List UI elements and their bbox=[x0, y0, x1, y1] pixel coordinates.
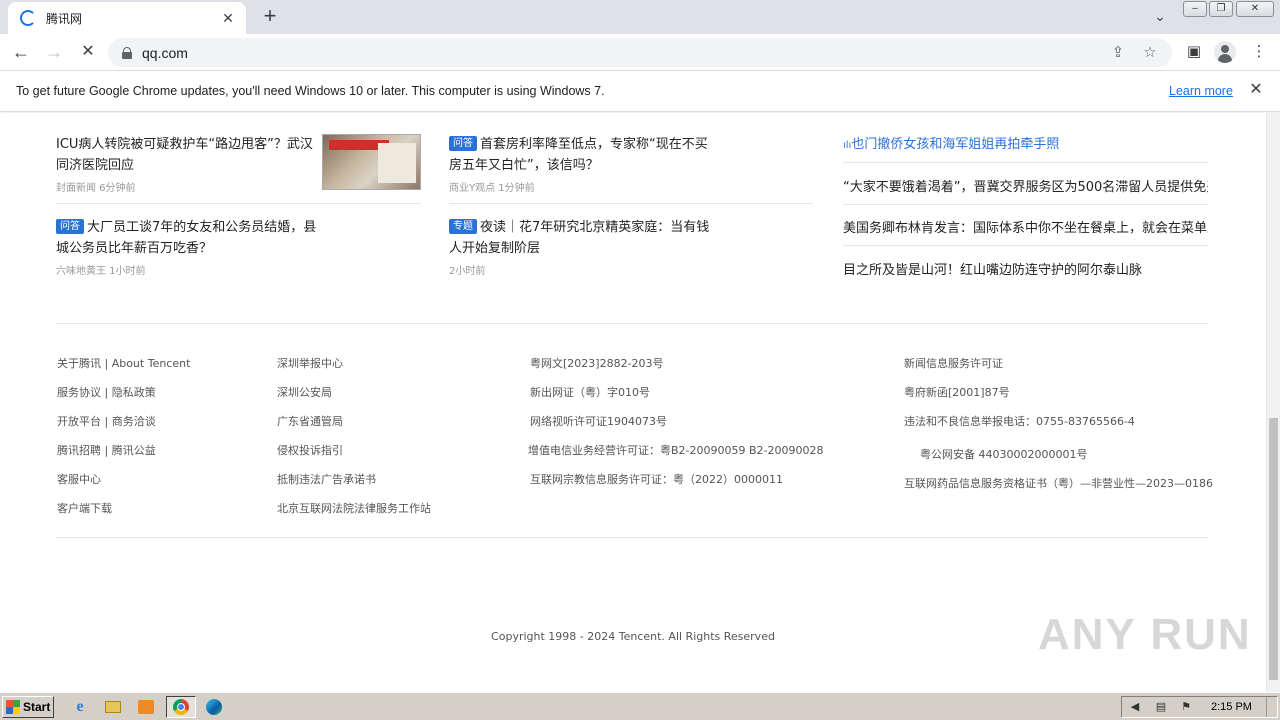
share-icon[interactable]: ⇪ bbox=[1108, 43, 1128, 63]
address-bar[interactable]: qq.com ⇪ ☆ bbox=[108, 38, 1172, 67]
footer-link[interactable]: 增值电信业务经营许可证：粤B2-20090059 B2-20090028 bbox=[528, 442, 824, 458]
learn-more-link[interactable]: Learn more bbox=[1169, 84, 1233, 98]
news-meta: 商业Y观点 1分钟前 bbox=[449, 183, 535, 194]
tab-close-icon[interactable]: ✕ bbox=[220, 10, 236, 26]
back-button[interactable]: ← bbox=[9, 40, 33, 64]
divider bbox=[449, 203, 813, 204]
start-button[interactable]: Start bbox=[2, 696, 54, 718]
footer-link[interactable]: 粤公网安备 44030002000001号 bbox=[920, 446, 1087, 462]
media-player-icon[interactable] bbox=[134, 696, 158, 718]
footer-link[interactable]: 深圳公安局 bbox=[277, 384, 332, 400]
browser-toolbar: ← → ✕ qq.com ⇪ ☆ ▣ ⋮ bbox=[0, 34, 1280, 71]
loading-spinner-icon bbox=[20, 10, 36, 26]
tab-title: 腾讯网 bbox=[46, 11, 83, 26]
update-infobar: To get future Google Chrome updates, you… bbox=[0, 71, 1280, 112]
window-close-button[interactable]: ✕ bbox=[1236, 1, 1274, 17]
window-restore-button[interactable]: ❐ bbox=[1209, 1, 1233, 17]
news-meta: 封面新闻 6分钟前 bbox=[56, 183, 136, 194]
edge-icon[interactable] bbox=[202, 696, 226, 718]
news-title[interactable]: 问答 大厂员工谈7年的女友和公务员结婚，县 城公务员比年薪百万吃香？ bbox=[56, 217, 326, 259]
footer-link[interactable]: 关于腾讯 | About Tencent bbox=[57, 355, 190, 371]
hot-list-item[interactable]: “大家不要饿着渴着”，晋冀交界服务区为500名滞留人员提供免费热食 bbox=[843, 176, 1208, 195]
tab-strip: 腾讯网 ✕ + ⌄ – ❐ ✕ bbox=[0, 0, 1280, 34]
footer-link[interactable]: 粤府新函[2001]87号 bbox=[904, 384, 1010, 400]
scrollbar-thumb[interactable] bbox=[1269, 418, 1278, 680]
hot-list-item[interactable]: 目之所及皆是山河！红山嘴边防连守护的阿尔泰山脉 bbox=[843, 259, 1208, 278]
anyrun-watermark-logo: ANY RUN bbox=[1038, 610, 1252, 659]
hot-list-item[interactable]: 美国务卿布林肯发言：国际体系中你不坐在餐桌上，就会在菜单上 bbox=[843, 217, 1208, 236]
footer-divider-top bbox=[56, 323, 1208, 324]
news-item[interactable]: 问答 首套房利率降至低点，专家称“现在不买 房五年又白忙”，该信吗？ 商业Y观点 1… bbox=[449, 134, 719, 194]
footer-link[interactable]: 广东省通管局 bbox=[277, 413, 343, 429]
desktop-screen: 腾讯网 ✕ + ⌄ – ❐ ✕ ← → ✕ qq.com ⇪ ☆ ▣ ⋮ To … bbox=[0, 0, 1280, 720]
qa-badge: 问答 bbox=[56, 219, 84, 234]
news-meta: 六味地黄王 1小时前 bbox=[56, 266, 146, 277]
footer-link[interactable]: 开放平台 | 商务洽谈 bbox=[57, 413, 156, 429]
file-explorer-icon[interactable] bbox=[101, 696, 125, 718]
news-meta: 2小时前 bbox=[449, 266, 486, 277]
menu-kebab-icon[interactable]: ⋮ bbox=[1248, 41, 1270, 63]
news-item[interactable]: ICU病人转院被可疑救护车“路边甩客”？武汉 同济医院回应 封面新闻 6分钟前 bbox=[56, 134, 316, 194]
footer-link[interactable]: 客服中心 bbox=[57, 471, 101, 487]
news-title[interactable]: ICU病人转院被可疑救护车“路边甩客”？武汉 同济医院回应 bbox=[56, 134, 316, 176]
forward-button[interactable]: → bbox=[42, 40, 66, 64]
chrome-taskbar-icon[interactable] bbox=[166, 696, 196, 718]
footer-link[interactable]: 抵制违法广告承诺书 bbox=[277, 471, 376, 487]
footer-link[interactable]: 深圳举报中心 bbox=[277, 355, 343, 371]
footer-link[interactable]: 服务协议 | 隐私政策 bbox=[57, 384, 156, 400]
profile-avatar-icon[interactable] bbox=[1214, 41, 1236, 63]
news-thumbnail-image[interactable] bbox=[322, 134, 421, 190]
footer-link[interactable]: 新闻信息服务许可证 bbox=[904, 355, 1003, 371]
stop-loading-button[interactable]: ✕ bbox=[76, 40, 100, 64]
footer-link[interactable]: 北京互联网法院法律服务工作站 bbox=[277, 500, 431, 516]
news-item[interactable]: 问答 大厂员工谈7年的女友和公务员结婚，县 城公务员比年薪百万吃香？ 六味地黄王 1… bbox=[56, 217, 326, 277]
tab-search-chevron-icon[interactable]: ⌄ bbox=[1150, 8, 1170, 26]
footer-link[interactable]: 互联网宗教信息服务许可证：粤（2022）0000011 bbox=[530, 471, 783, 487]
windows-logo-icon bbox=[6, 700, 20, 714]
network-icon[interactable]: ▤ bbox=[1154, 700, 1168, 714]
windows-taskbar: Start e ◀ ▤ ⚑ 2:15 PM bbox=[0, 692, 1280, 720]
start-label: Start bbox=[23, 700, 51, 714]
divider bbox=[843, 204, 1208, 205]
bookmark-star-icon[interactable]: ☆ bbox=[1140, 43, 1160, 63]
hot-list-first-item[interactable]: ılı也门撤侨女孩和海军姐姐再拍牵手照 bbox=[843, 133, 1059, 152]
news-title[interactable]: 问答 首套房利率降至低点，专家称“现在不买 房五年又白忙”，该信吗？ bbox=[449, 134, 719, 176]
footer-divider-bottom bbox=[56, 537, 1208, 538]
show-desktop-button[interactable] bbox=[1266, 697, 1277, 717]
volume-icon[interactable]: ◀ bbox=[1128, 700, 1142, 714]
new-tab-button[interactable]: + bbox=[258, 5, 282, 29]
divider bbox=[56, 203, 421, 204]
window-minimize-button[interactable]: – bbox=[1183, 1, 1207, 17]
internet-explorer-icon[interactable]: e bbox=[68, 696, 92, 718]
footer-link[interactable]: 互联网药品信息服务资格证书（粤）—非营业性—2023—0186 bbox=[904, 475, 1213, 491]
url-text[interactable]: qq.com bbox=[142, 45, 1108, 61]
news-item[interactable]: 专题 夜读｜花7年研究北京精英家庭：当有钱 人开始复制阶层 2小时前 bbox=[449, 217, 719, 277]
system-tray: ◀ ▤ ⚑ 2:15 PM bbox=[1121, 696, 1278, 718]
divider bbox=[843, 162, 1208, 163]
footer-link[interactable]: 侵权投诉指引 bbox=[277, 442, 343, 458]
lock-icon[interactable] bbox=[122, 46, 132, 59]
footer-link[interactable]: 腾讯招聘 | 腾讯公益 bbox=[57, 442, 156, 458]
browser-tab[interactable]: 腾讯网 ✕ bbox=[8, 2, 246, 34]
action-center-flag-icon[interactable]: ⚑ bbox=[1179, 700, 1193, 714]
page-viewport: ICU病人转院被可疑救护车“路边甩客”？武汉 同济医院回应 封面新闻 6分钟前 问… bbox=[0, 113, 1266, 692]
footer-link[interactable]: 违法和不良信息举报电话：0755-83765566-4 bbox=[904, 413, 1135, 429]
qa-badge: 问答 bbox=[449, 136, 477, 151]
news-title[interactable]: 专题 夜读｜花7年研究北京精英家庭：当有钱 人开始复制阶层 bbox=[449, 217, 719, 259]
infobar-message: To get future Google Chrome updates, you… bbox=[16, 84, 605, 98]
side-panel-icon[interactable]: ▣ bbox=[1183, 41, 1205, 63]
footer-link[interactable]: 客户端下载 bbox=[57, 500, 112, 516]
footer-link[interactable]: 网络视听许可证1904073号 bbox=[530, 413, 667, 429]
topic-badge: 专题 bbox=[449, 219, 477, 234]
vertical-scrollbar[interactable] bbox=[1266, 113, 1280, 692]
footer-link[interactable]: 新出网证（粤）字010号 bbox=[530, 384, 650, 400]
footer-link[interactable]: 粤网文[2023]2882-203号 bbox=[530, 355, 664, 371]
clock[interactable]: 2:15 PM bbox=[1211, 701, 1252, 713]
infobar-close-icon[interactable]: ✕ bbox=[1247, 81, 1265, 99]
divider bbox=[843, 245, 1208, 246]
